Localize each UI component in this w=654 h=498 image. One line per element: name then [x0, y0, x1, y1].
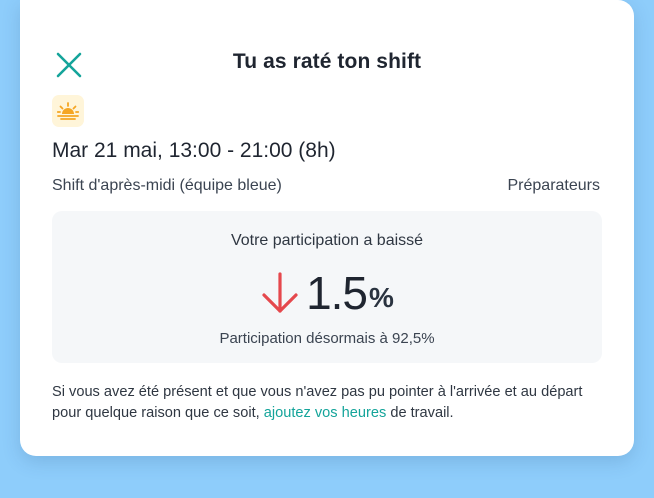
- participation-heading: Votre participation a baissé: [230, 232, 424, 249]
- participation-change: 1.5 %: [52, 263, 602, 319]
- note-text-after: de travail.: [386, 405, 454, 421]
- sunset-icon: [57, 102, 79, 120]
- participation-change-unit: %: [369, 282, 394, 313]
- participation-panel: Votre participation a baissé 1.5 % Parti…: [52, 211, 602, 363]
- arrow-down-icon: [262, 272, 298, 313]
- missed-shift-modal: Tu as raté ton shift Mar 21 mai, 13:00 -…: [20, 0, 634, 456]
- add-hours-link[interactable]: ajoutez vos heures: [264, 405, 387, 421]
- missed-clock-note: Si vous avez été présent et que vous n'a…: [52, 382, 612, 424]
- shift-role: Préparateurs: [507, 177, 601, 194]
- shift-name: Shift d'après-midi (équipe bleue): [52, 177, 282, 194]
- participation-change-value: 1.5: [306, 267, 368, 319]
- shift-date-time: Mar 21 mai, 13:00 - 21:00 (8h): [52, 139, 336, 162]
- shift-type-badge: [52, 95, 84, 127]
- modal-title: Tu as raté ton shift: [232, 50, 422, 73]
- participation-new-rate: Participation désormais à 92,5%: [219, 330, 435, 347]
